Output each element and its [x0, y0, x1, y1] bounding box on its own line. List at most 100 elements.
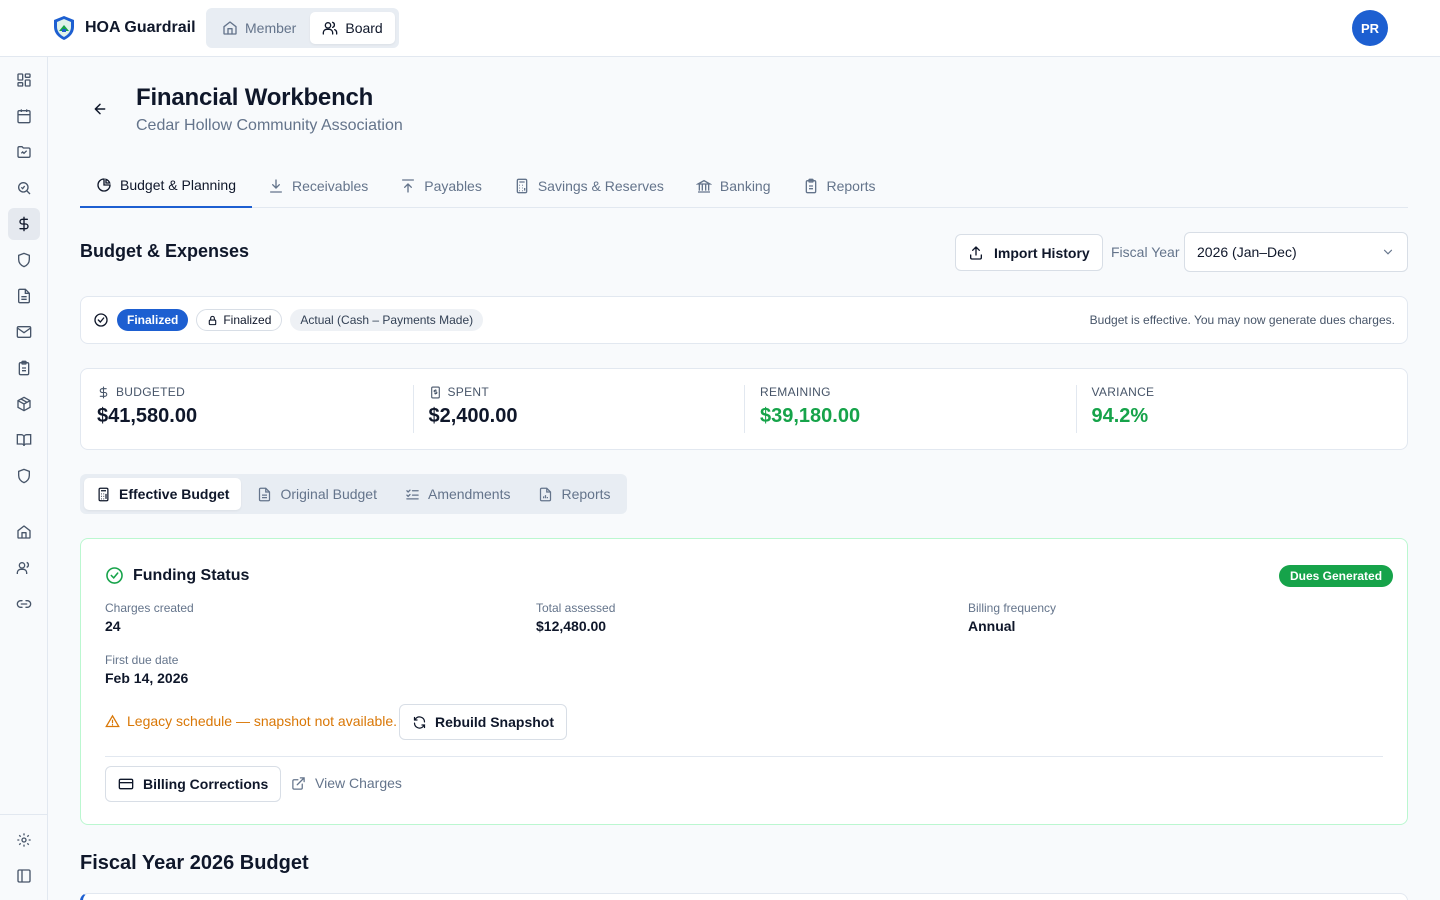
mode-board-label: Board [345, 20, 383, 36]
dashboard-icon [16, 72, 32, 88]
upload-icon [400, 178, 416, 194]
page-title: Financial Workbench [136, 84, 374, 111]
total-assessed-value: $12,480.00 [536, 618, 607, 634]
mail-icon [16, 324, 32, 340]
pie-chart-icon [96, 177, 112, 193]
clipboard-icon [16, 360, 32, 376]
main-tabs: Budget & Planning Receivables Payables S… [80, 164, 1408, 208]
book-icon [16, 432, 32, 448]
tab-label: Payables [424, 177, 482, 194]
subtab-label: Effective Budget [119, 486, 230, 502]
sidebar-item-dashboard[interactable] [8, 64, 40, 96]
calendar-icon [16, 108, 32, 124]
search-icon [16, 180, 32, 196]
sidebar-item-compliance[interactable] [8, 244, 40, 276]
rebuild-snapshot-button[interactable]: Rebuild Snapshot [399, 704, 567, 740]
subtab-original-budget[interactable]: Original Budget [245, 478, 389, 510]
sidebar-item-finance[interactable] [8, 208, 40, 240]
mode-switch: Member Board [206, 8, 399, 48]
first-due-date: First due date Feb 14, 2026 [105, 653, 188, 686]
top-bar: HOA Guardrail Member Board PR [0, 0, 1440, 57]
tab-label: Savings & Reserves [537, 177, 664, 194]
stat-value: $39,180.00 [760, 405, 861, 427]
view-charges-link[interactable]: View Charges [291, 775, 402, 791]
budget-status-bar: Finalized Finalized Actual (Cash – Payme… [80, 296, 1408, 344]
billing-frequency-value: Annual [968, 618, 1016, 634]
credit-card-icon [118, 776, 134, 792]
billing-corrections-button[interactable]: Billing Corrections [105, 766, 282, 802]
users-icon [16, 560, 32, 576]
sidebar-item-members[interactable] [8, 552, 40, 584]
sidebar-item-search[interactable] [8, 172, 40, 204]
home-icon [16, 524, 32, 540]
external-link-icon [291, 776, 306, 791]
charges-created: Charges created 24 [105, 601, 194, 634]
rebuild-snapshot-label: Rebuild Snapshot [435, 714, 554, 730]
funding-status-heading: Funding Status [105, 566, 249, 585]
sidebar-item-properties[interactable] [8, 516, 40, 548]
import-history-button[interactable]: Import History [955, 234, 1103, 271]
link-icon [16, 596, 32, 612]
lock-icon [207, 315, 218, 326]
fiscal-year-budget-title: Fiscal Year 2026 Budget [80, 852, 309, 874]
app-name: HOA Guardrail [85, 19, 196, 36]
stat-remaining: REMAINING $39,180.00 [744, 369, 1076, 449]
bank-icon [695, 178, 712, 194]
sidebar-item-mail[interactable] [8, 316, 40, 348]
budget-subtabs: Effective Budget Original Budget Amendme… [80, 474, 627, 514]
check-circle-icon [93, 312, 109, 328]
gear-icon [16, 832, 32, 848]
tab-budget-planning[interactable]: Budget & Planning [80, 164, 252, 208]
tab-payables[interactable]: Payables [384, 164, 498, 207]
sidebar [0, 57, 48, 900]
sidebar-item-calendar[interactable] [8, 100, 40, 132]
divider [105, 756, 1383, 757]
sidebar-collapse-toggle[interactable] [8, 860, 40, 892]
tab-label: Banking [719, 177, 771, 194]
subtab-label: Original Budget [280, 486, 377, 502]
sidebar-item-inventory[interactable] [8, 388, 40, 420]
tab-reports[interactable]: Reports [787, 164, 892, 207]
subtab-effective-budget[interactable]: Effective Budget [84, 478, 242, 510]
dues-generated-badge: Dues Generated [1279, 565, 1394, 587]
receipt-icon [429, 386, 442, 399]
calculator-icon [514, 178, 530, 194]
back-button[interactable] [88, 97, 112, 121]
tab-receivables[interactable]: Receivables [252, 164, 384, 207]
check-circle-icon [105, 566, 124, 585]
subtab-label: Reports [561, 486, 611, 502]
subtab-label: Amendments [427, 486, 511, 502]
mode-member-label: Member [245, 20, 297, 36]
shield-logo-icon [52, 15, 76, 41]
tab-banking[interactable]: Banking [680, 164, 787, 207]
billing-corrections-label: Billing Corrections [143, 776, 269, 792]
refresh-icon [412, 715, 427, 730]
sidebar-item-settings[interactable] [8, 824, 40, 856]
tab-label: Reports [826, 177, 876, 194]
sidebar-item-tasks[interactable] [8, 352, 40, 384]
warning-icon [105, 714, 120, 729]
sidebar-item-folder[interactable] [8, 136, 40, 168]
sidebar-item-security[interactable] [8, 460, 40, 492]
brand[interactable]: HOA Guardrail [52, 15, 196, 41]
tab-label: Budget & Planning [120, 177, 236, 193]
stat-variance: VARIANCE 94.2% [1075, 369, 1408, 449]
fiscal-year-select[interactable]: 2026 (Jan–Dec) [1184, 232, 1408, 272]
fiscal-year-budget-card [80, 893, 1408, 900]
sidebar-item-documents[interactable] [8, 280, 40, 312]
sidebar-item-links[interactable] [8, 588, 40, 620]
mode-board-button[interactable]: Board [310, 12, 395, 44]
subtab-amendments[interactable]: Amendments [393, 478, 522, 510]
view-charges-label: View Charges [315, 775, 402, 791]
mode-member-button[interactable]: Member [210, 12, 308, 44]
user-avatar[interactable]: PR [1352, 10, 1388, 46]
subtab-reports[interactable]: Reports [526, 478, 622, 510]
upload-icon [968, 245, 984, 261]
document-icon [257, 487, 272, 502]
tab-label: Receivables [291, 177, 369, 194]
sidebar-divider [0, 814, 47, 815]
fiscal-year-label: Fiscal Year [1111, 244, 1180, 260]
panel-toggle-icon [16, 868, 32, 884]
tab-savings-reserves[interactable]: Savings & Reserves [498, 164, 680, 207]
sidebar-item-handbook[interactable] [8, 424, 40, 456]
